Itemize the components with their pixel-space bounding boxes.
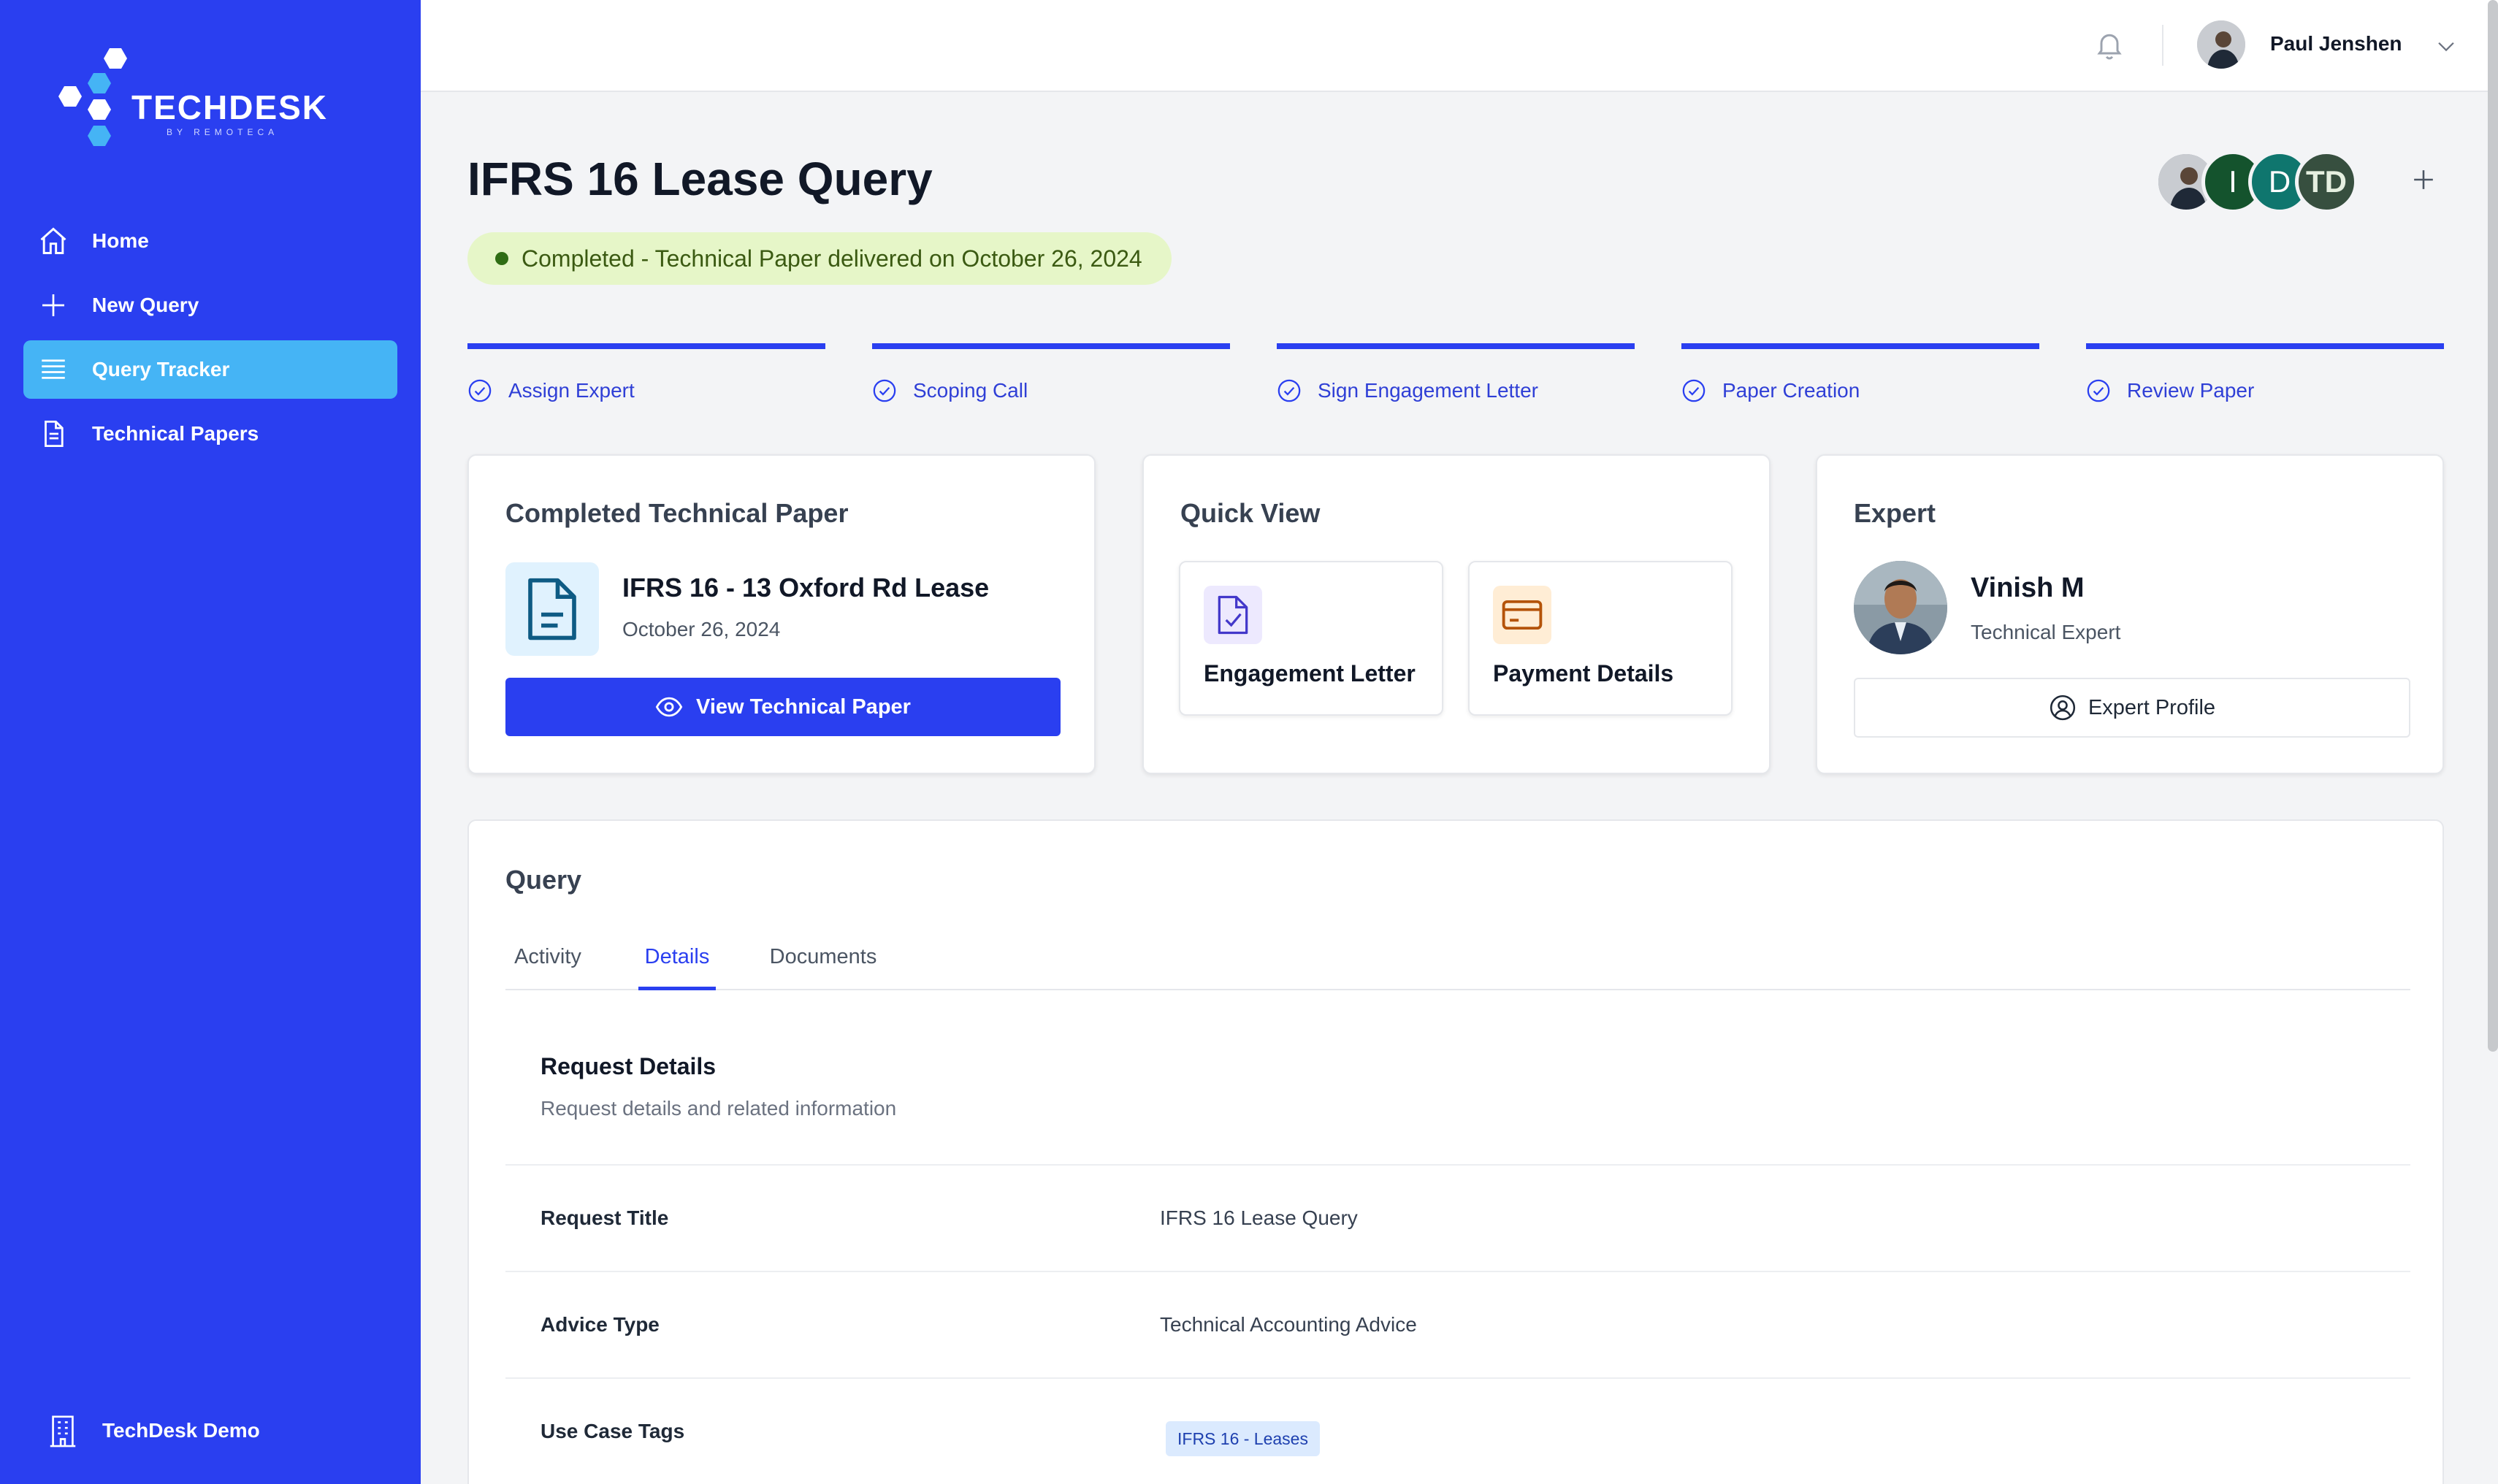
tab-details[interactable]: Details — [638, 909, 716, 990]
credit-card-icon — [1493, 586, 1551, 644]
view-technical-paper-button[interactable]: View Technical Paper — [505, 678, 1061, 736]
row-label: Request Title — [541, 1206, 669, 1229]
status-text: Completed - Technical Paper delivered on… — [522, 245, 1142, 272]
detail-row-use-case-tags: Use Case Tags IFRS 16 - Leases — [505, 1377, 2410, 1484]
step-assign-expert[interactable]: Assign Expert — [467, 343, 825, 403]
sidebar-item-new-query[interactable]: New Query — [23, 276, 397, 334]
sidebar-item-label: Technical Papers — [92, 422, 259, 445]
avatar[interactable] — [2197, 20, 2245, 69]
step-progress-bar — [872, 343, 1230, 349]
step-label: Scoping Call — [913, 379, 1028, 402]
engagement-letter-tile[interactable]: Engagement Letter — [1179, 561, 1443, 716]
step-label: Assign Expert — [508, 379, 635, 402]
query-tabs: Activity Details Documents — [505, 909, 2410, 990]
step-scoping-call[interactable]: Scoping Call — [872, 343, 1230, 403]
eye-icon — [655, 693, 683, 721]
sidebar-item-label: New Query — [92, 294, 199, 316]
sidebar-item-query-tracker[interactable]: Query Tracker — [23, 340, 397, 399]
check-circle-icon — [2086, 378, 2111, 403]
sidebar-item-technical-papers[interactable]: Technical Papers — [23, 405, 397, 463]
top-bar: Paul Jenshen — [421, 0, 2498, 92]
card-title: Completed Technical Paper — [505, 498, 849, 528]
button-label: Expert Profile — [2088, 695, 2216, 719]
tile-label: Payment Details — [1493, 660, 1674, 686]
completed-paper-card: Completed Technical Paper IFRS 16 - 13 O… — [467, 454, 1096, 774]
status-badge: Completed - Technical Paper delivered on… — [467, 232, 1172, 285]
request-details-subtitle: Request details and related information — [541, 1097, 897, 1120]
chevron-down-icon[interactable] — [2434, 34, 2459, 58]
signed-document-icon — [1204, 586, 1262, 644]
query-panel: Query Activity Details Documents Request… — [467, 819, 2444, 1484]
member-avatar-td[interactable]: TD — [2295, 150, 2358, 213]
document-icon — [505, 562, 599, 656]
member-avatars[interactable]: I D TD — [2155, 150, 2359, 213]
step-sign-engagement-letter[interactable]: Sign Engagement Letter — [1277, 343, 1635, 403]
row-label: Advice Type — [541, 1313, 660, 1336]
home-icon — [37, 224, 70, 258]
step-label: Paper Creation — [1722, 379, 1860, 402]
check-circle-icon — [467, 378, 492, 403]
logo-tagline: BY REMOTECA — [167, 127, 279, 137]
document-icon — [37, 417, 70, 451]
tab-activity[interactable]: Activity — [511, 909, 584, 990]
notification-bell-icon[interactable] — [2093, 29, 2125, 61]
detail-row-advice-type: Advice Type Technical Accounting Advice — [505, 1271, 2410, 1377]
plus-icon — [37, 288, 70, 322]
expert-role: Technical Expert — [1971, 621, 2121, 643]
check-circle-icon — [1277, 378, 1302, 403]
button-label: View Technical Paper — [696, 695, 911, 719]
organization-switcher[interactable]: TechDesk Demo — [48, 1414, 260, 1447]
topbar-divider — [2162, 25, 2163, 66]
status-dot — [495, 252, 508, 265]
hexagon-logo-icon — [58, 48, 127, 146]
techdesk-logo[interactable]: TECHDESK BY REMOTECA — [58, 44, 336, 153]
page-title: IFRS 16 Lease Query — [467, 153, 933, 205]
card-title: Quick View — [1180, 498, 1321, 528]
list-icon — [37, 353, 70, 386]
user-name[interactable]: Paul Jenshen — [2270, 32, 2402, 56]
building-icon — [48, 1414, 77, 1447]
step-progress-bar — [1681, 343, 2039, 349]
logo-wordmark: TECHDESK — [131, 88, 329, 126]
expert-profile-button[interactable]: Expert Profile — [1854, 678, 2410, 738]
sidebar: TECHDESK BY REMOTECA Home New Query Quer… — [0, 0, 421, 1484]
step-progress-bar — [1277, 343, 1635, 349]
row-value: Technical Accounting Advice — [1160, 1313, 1417, 1336]
card-title: Expert — [1854, 498, 1936, 528]
check-circle-icon — [872, 378, 897, 403]
detail-row-request-title: Request Title IFRS 16 Lease Query — [505, 1164, 2410, 1271]
expert-name: Vinish M — [1971, 573, 2085, 603]
expert-card: Expert Vinish M Technical Expert Expert … — [1816, 454, 2444, 774]
tile-label: Engagement Letter — [1204, 660, 1416, 686]
paper-name[interactable]: IFRS 16 - 13 Oxford Rd Lease — [622, 573, 989, 603]
user-circle-icon — [2049, 694, 2077, 722]
sidebar-item-label: Query Tracker — [92, 358, 230, 380]
paper-date: October 26, 2024 — [622, 618, 781, 640]
quick-view-card: Quick View Engagement Letter Payment Det… — [1142, 454, 1771, 774]
add-member-plus-icon[interactable] — [2407, 164, 2440, 196]
use-case-tag[interactable]: IFRS 16 - Leases — [1166, 1421, 1320, 1456]
tab-documents[interactable]: Documents — [764, 909, 882, 990]
step-label: Review Paper — [2127, 379, 2255, 402]
section-title: Query — [505, 865, 582, 895]
page-scrollbar[interactable] — [2488, 0, 2498, 1052]
payment-details-tile[interactable]: Payment Details — [1468, 561, 1733, 716]
step-progress-bar — [2086, 343, 2444, 349]
sidebar-item-label: Home — [92, 229, 149, 252]
request-details-title: Request Details — [541, 1053, 717, 1079]
sidebar-nav: Home New Query Query Tracker Technical P… — [23, 212, 397, 469]
step-progress-bar — [467, 343, 825, 349]
step-label: Sign Engagement Letter — [1318, 379, 1538, 402]
check-circle-icon — [1681, 378, 1706, 403]
step-review-paper[interactable]: Review Paper — [2086, 343, 2444, 403]
organization-name: TechDesk Demo — [102, 1419, 260, 1442]
expert-avatar — [1854, 561, 1947, 654]
row-value: IFRS 16 Lease Query — [1160, 1206, 1358, 1229]
row-label: Use Case Tags — [541, 1420, 685, 1442]
sidebar-item-home[interactable]: Home — [23, 212, 397, 270]
step-paper-creation[interactable]: Paper Creation — [1681, 343, 2039, 403]
